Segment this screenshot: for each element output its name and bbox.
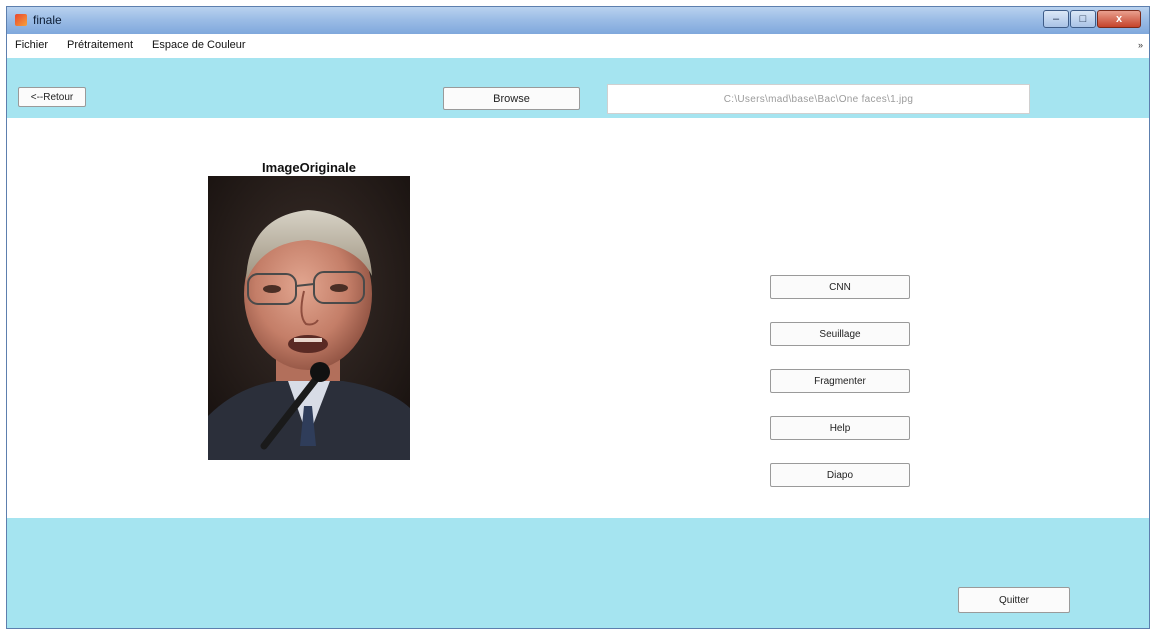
cnn-button[interactable]: CNN [770,275,910,299]
original-image [208,176,410,460]
menu-fichier[interactable]: Fichier [15,39,48,51]
browse-button[interactable]: Browse [443,87,580,110]
window-title: finale [33,13,62,27]
window-controls: – □ x [1043,10,1141,28]
image-title: ImageOriginale [262,160,356,175]
seuillage-button[interactable]: Seuillage [770,322,910,346]
file-path-field[interactable]: C:\Users\mad\base\Bac\One faces\1.jpg [607,84,1030,114]
window-titlebar[interactable]: finale – □ x [6,6,1150,34]
back-button[interactable]: <--Retour [18,87,86,107]
menu-espace-de-couleur[interactable]: Espace de Couleur [152,39,246,51]
main-panel [6,118,1150,518]
menu-overflow-icon[interactable]: » [1138,40,1143,50]
minimize-button[interactable]: – [1043,10,1069,28]
menu-bar: Fichier Prétraitement Espace de Couleur … [6,34,1150,58]
matlab-app-icon [15,14,27,26]
quit-button[interactable]: Quitter [958,587,1070,613]
fragmenter-button[interactable]: Fragmenter [770,369,910,393]
close-button[interactable]: x [1097,10,1141,28]
help-button[interactable]: Help [770,416,910,440]
diapo-button[interactable]: Diapo [770,463,910,487]
menu-pretraitement[interactable]: Prétraitement [67,39,133,51]
maximize-button[interactable]: □ [1070,10,1096,28]
